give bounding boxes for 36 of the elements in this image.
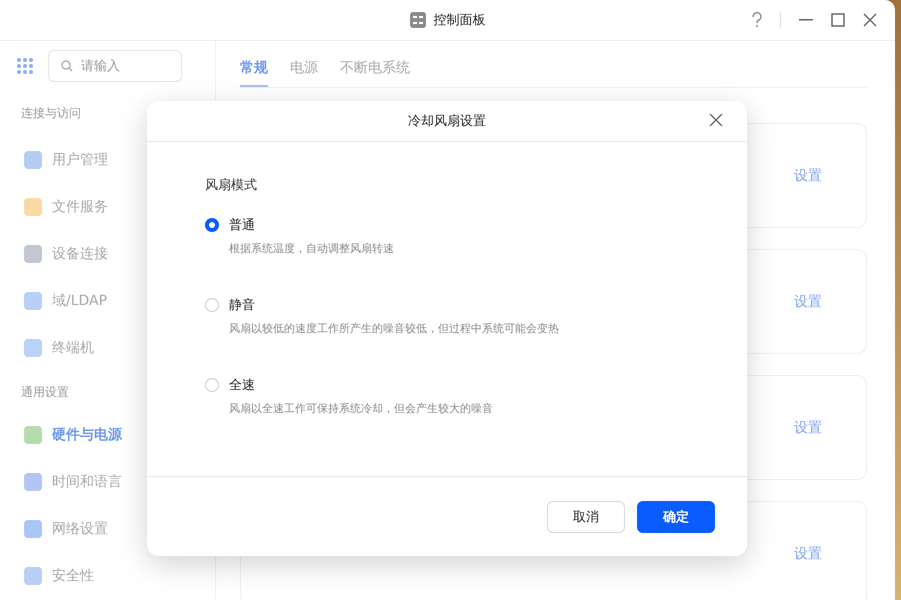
sidebar-item[interactable]: 终端机 bbox=[16, 324, 215, 371]
app-icon bbox=[410, 12, 426, 28]
window-title: 控制面板 bbox=[434, 12, 486, 29]
group-label: 风扇模式 bbox=[205, 177, 258, 194]
sidebar-item[interactable]: 硬件与电源 bbox=[16, 411, 215, 458]
sidebar-item[interactable]: 安全性 bbox=[16, 552, 215, 599]
minimize-icon[interactable] bbox=[799, 19, 813, 21]
close-button[interactable] bbox=[709, 113, 725, 129]
option-description: 风扇以较低的速度工作所产生的噪音较低，但过程中系统可能会变热 bbox=[229, 321, 560, 336]
search-icon bbox=[61, 60, 73, 72]
option-description: 风扇以全速工作可保持系统冷却，但会产生较大的噪音 bbox=[229, 401, 494, 416]
close-icon[interactable] bbox=[863, 13, 877, 27]
confirm-button[interactable]: 确定 bbox=[637, 500, 715, 532]
option-label: 静音 bbox=[229, 297, 255, 314]
tab[interactable]: 常规 bbox=[240, 55, 268, 87]
option-label: 普通 bbox=[229, 216, 255, 234]
tab[interactable]: 不断电系统 bbox=[340, 55, 410, 87]
maximize-icon[interactable] bbox=[831, 13, 845, 27]
section-heading: 通用设置 bbox=[21, 385, 69, 399]
option-description: 根据系统温度，自动调整风扇转速 bbox=[229, 241, 395, 256]
settings-link[interactable]: 设置 bbox=[794, 418, 822, 436]
option-label: 全速 bbox=[229, 377, 255, 394]
sidebar-item[interactable]: 网络设置 bbox=[16, 505, 215, 552]
sidebar-item[interactable]: 时间和语言 bbox=[16, 458, 215, 505]
settings-link[interactable]: 设置 bbox=[794, 292, 822, 310]
tab[interactable]: 电源 bbox=[290, 55, 318, 87]
dialog-title: 冷却风扇设置 bbox=[408, 113, 486, 130]
settings-link[interactable]: 设置 bbox=[794, 544, 822, 562]
search-field[interactable]: 请输入 bbox=[48, 50, 182, 82]
cancel-button[interactable]: 取消 bbox=[547, 500, 625, 532]
sidebar-item[interactable]: 域/LDAP bbox=[16, 277, 215, 324]
section-heading: 连接与访问 bbox=[21, 106, 81, 120]
settings-link[interactable]: 设置 bbox=[794, 166, 822, 184]
sidebar-item[interactable]: 设备连接 bbox=[16, 230, 215, 277]
radio-button[interactable] bbox=[205, 218, 219, 232]
help-icon[interactable] bbox=[752, 12, 762, 28]
